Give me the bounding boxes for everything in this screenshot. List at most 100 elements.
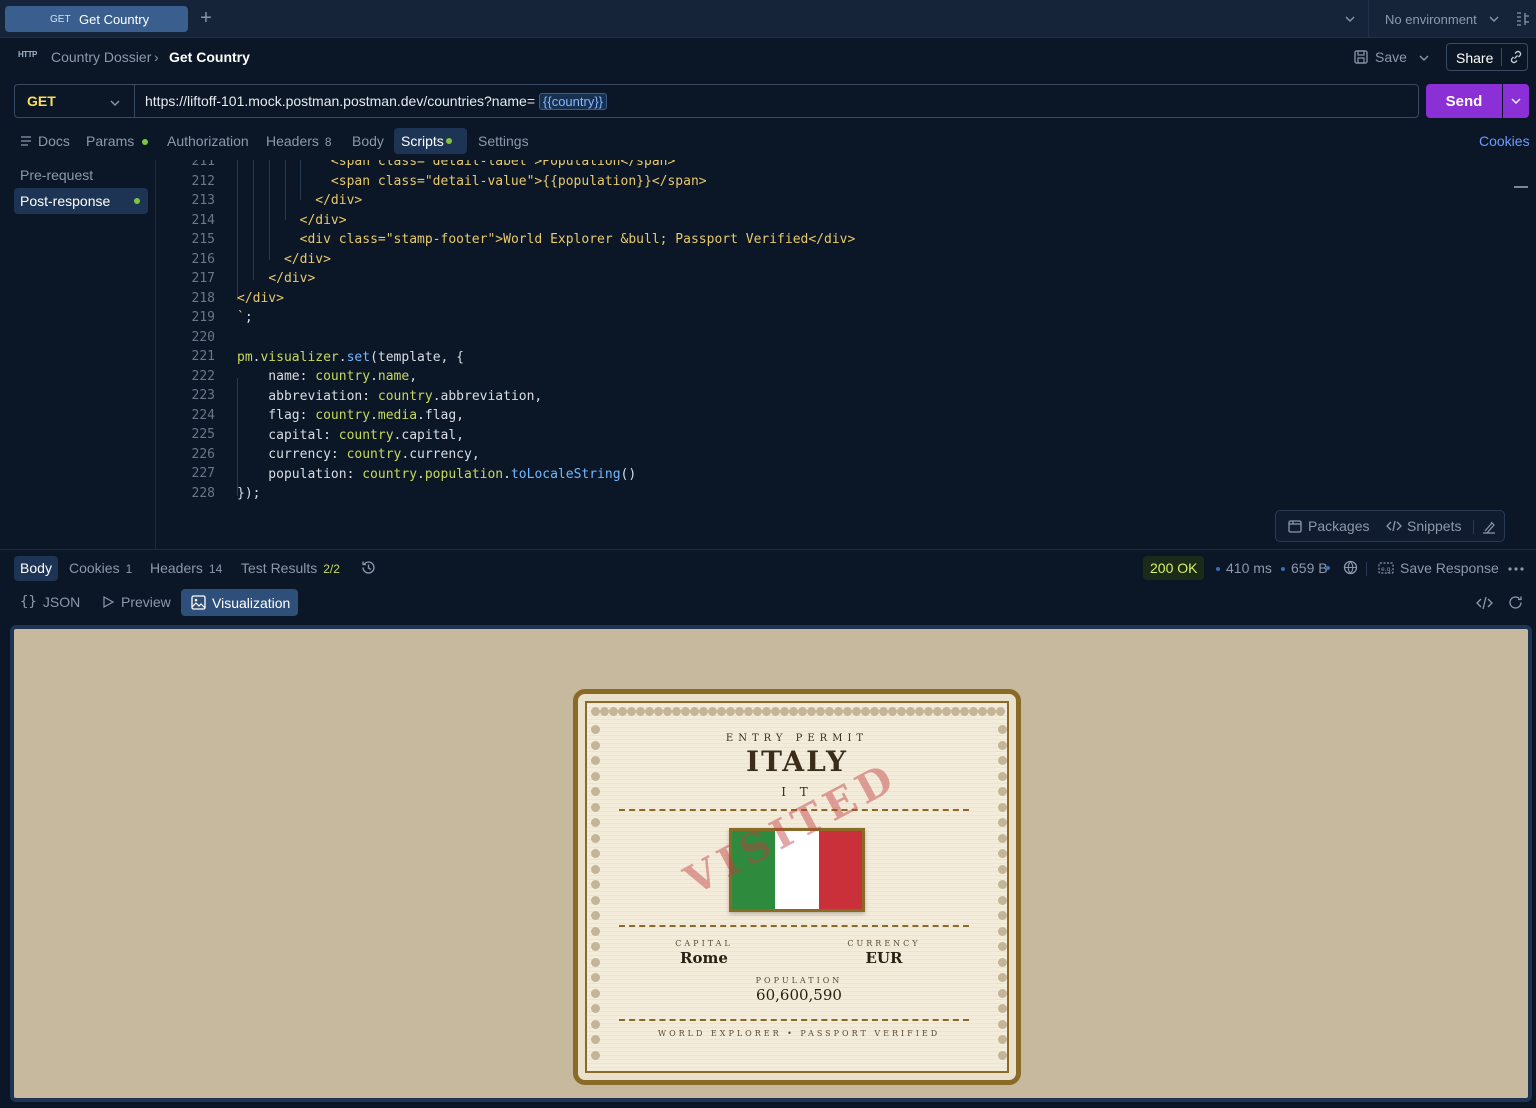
population-value: 60,600,590 <box>756 986 842 1004</box>
save-label: Save <box>1375 49 1407 65</box>
new-tab-icon[interactable]: + <box>197 8 215 28</box>
url-variable[interactable]: {{country}} <box>539 93 608 110</box>
tab-authorization[interactable]: Authorization <box>167 133 249 149</box>
url-input[interactable]: https://liftoff-101.mock.postman.postman… <box>145 93 608 110</box>
bullet <box>1216 567 1220 572</box>
chevron-down-icon <box>1511 98 1521 104</box>
line-number: 228 <box>191 485 215 501</box>
perforation-dot <box>998 895 1007 905</box>
save-response-button[interactable]: e.g. Save Response <box>1378 560 1499 576</box>
code-icon[interactable] <box>1476 595 1493 611</box>
share-label: Share <box>1456 50 1494 66</box>
tab-response-headers[interactable]: Headers 14 <box>150 560 222 576</box>
line-number: 225 <box>191 427 215 442</box>
perforation-dot <box>771 707 780 716</box>
tab-response-cookies[interactable]: Cookies 1 <box>69 560 132 576</box>
line-number: 215 <box>191 232 215 247</box>
perforation-dot <box>998 1004 1007 1013</box>
tab-label: Test Results <box>241 560 318 576</box>
perforation-dot <box>861 707 870 716</box>
code-line: </div> <box>315 193 363 208</box>
code-line: </div> <box>299 213 347 228</box>
tab-scripts-label: Scripts <box>401 133 444 149</box>
response-time[interactable]: 410 ms <box>1210 560 1272 576</box>
perforation-dot <box>663 707 672 716</box>
environment-selector[interactable]: No environment <box>1385 12 1477 27</box>
network-icon[interactable] <box>1342 559 1359 576</box>
code-editor[interactable]: 211 212 213 214 215 216 217 218 219 220 221 222 223 2… <box>157 160 1536 549</box>
perforation-dot <box>627 707 636 716</box>
perforation-dot <box>933 707 942 716</box>
chevron-down-icon[interactable] <box>109 97 121 109</box>
tab-docs[interactable]: Docs <box>20 133 70 149</box>
refresh-icon[interactable] <box>1507 594 1524 611</box>
tab-json[interactable]: {} JSON <box>20 594 80 610</box>
tab-settings[interactable]: Settings <box>478 133 529 149</box>
perforation-dot <box>591 802 600 812</box>
line-number: 224 <box>191 407 215 423</box>
perforation-dot <box>591 1050 600 1060</box>
line-number: 227 <box>191 466 215 481</box>
perforation-dot <box>996 707 1005 716</box>
code-line: <span class="detail-label">Population</s… <box>330 160 676 169</box>
perforation-dot <box>852 707 861 716</box>
perforation-dot <box>998 833 1007 843</box>
tab-response-body[interactable]: Body <box>14 556 58 581</box>
tab-preview[interactable]: Preview <box>101 594 171 610</box>
dashed-divider <box>619 925 969 927</box>
tab-visualization[interactable]: Visualization <box>181 589 298 616</box>
pane-divider[interactable] <box>0 549 1536 550</box>
line-number: 223 <box>191 388 215 403</box>
packages-button[interactable]: Packages <box>1287 518 1369 534</box>
tab-test-results[interactable]: Test Results 2/2 <box>241 560 340 576</box>
tab-headers[interactable]: Headers 8 <box>266 133 332 149</box>
perforation-dot <box>591 942 600 951</box>
tab-params[interactable]: Params <box>86 133 149 149</box>
perforation-dot <box>591 1004 600 1013</box>
save-button[interactable]: Save <box>1353 49 1407 65</box>
perforation-dot <box>870 707 879 716</box>
chevron-down-icon[interactable] <box>1343 12 1357 26</box>
send-options-button[interactable] <box>1503 84 1529 118</box>
perforation-dot <box>753 707 762 716</box>
permit-footer: WORLD EXPLORER • PASSPORT VERIFIED <box>657 1029 941 1038</box>
tab-json-label: JSON <box>42 594 81 610</box>
perforation-dot <box>888 707 897 716</box>
tab-scripts[interactable]: Scripts <box>394 128 467 154</box>
currency-label: CURRENCY <box>847 939 921 948</box>
more-options-icon[interactable] <box>1507 566 1525 572</box>
code-line: abbreviation: country.abbreviation, <box>237 389 543 404</box>
perforation-dot <box>699 707 708 716</box>
history-icon[interactable] <box>360 559 377 576</box>
request-tab[interactable]: GET Get Country <box>5 6 188 32</box>
sidebar-item-pre-request[interactable]: Pre-request <box>20 167 93 183</box>
method-selector[interactable]: GET <box>27 93 56 109</box>
perforation-dot <box>960 707 969 716</box>
sidebar-item-post-response[interactable]: Post-response <box>14 188 148 214</box>
perforation-dot <box>600 707 609 716</box>
snippets-button[interactable]: Snippets <box>1386 518 1461 534</box>
perforation-dot <box>645 707 654 716</box>
code-line: pm.visualizer.set(template, { <box>237 350 464 365</box>
perforation-dot <box>591 1019 600 1029</box>
tab-body[interactable]: Body <box>352 133 384 149</box>
beautify-icon[interactable] <box>1481 519 1497 535</box>
perforation-dot <box>998 802 1007 812</box>
send-button[interactable]: Send <box>1426 84 1502 118</box>
link-icon[interactable] <box>1508 49 1524 65</box>
permit-header: ENTRY PERMIT <box>725 733 869 744</box>
response-size[interactable]: 659 B <box>1275 560 1328 576</box>
share-button[interactable]: Share <box>1446 43 1528 71</box>
breadcrumb-collection[interactable]: Country Dossier <box>51 49 151 65</box>
perforation-dot <box>998 1019 1007 1029</box>
cookies-link[interactable]: Cookies <box>1479 133 1530 149</box>
chevron-down-icon[interactable] <box>1418 52 1430 64</box>
chevron-down-icon[interactable] <box>1488 13 1500 25</box>
status-badge[interactable]: 200 OK <box>1143 556 1205 580</box>
image-icon <box>191 595 206 610</box>
perforation-dot <box>735 707 744 716</box>
perforation-dot <box>807 707 816 716</box>
divider <box>134 85 135 117</box>
environment-quick-look-icon[interactable] <box>1516 11 1530 27</box>
breadcrumb-request[interactable]: Get Country <box>169 49 250 65</box>
